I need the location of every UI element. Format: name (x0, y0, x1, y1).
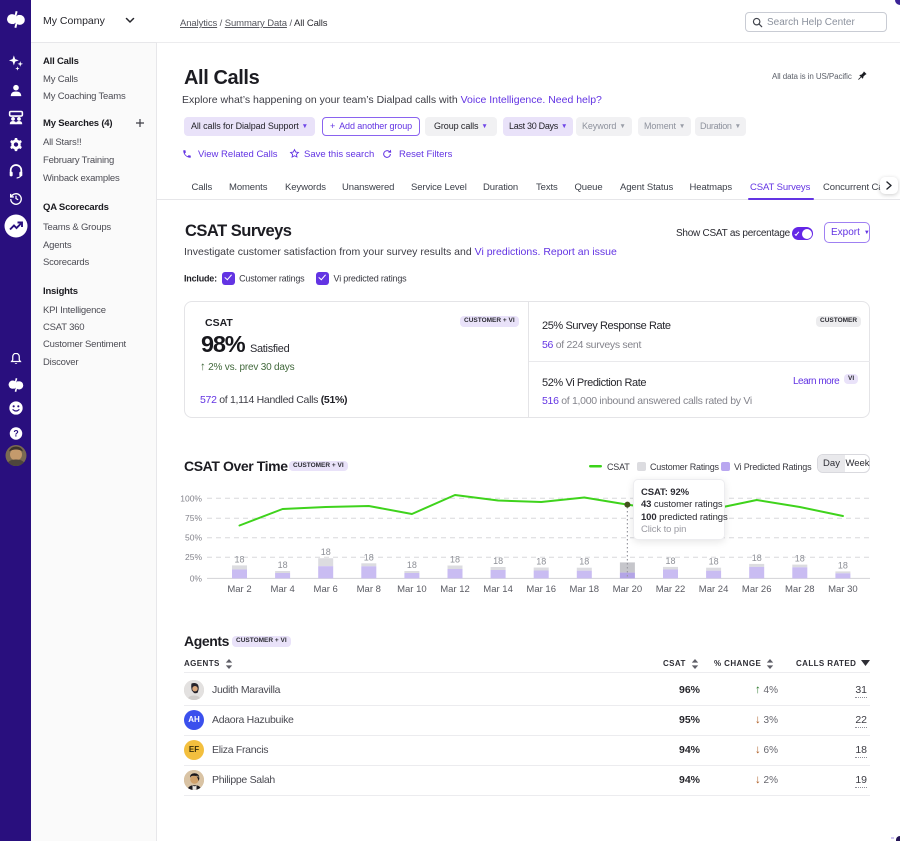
svg-text:Mar 2: Mar 2 (227, 584, 251, 595)
svg-text:Mar 22: Mar 22 (656, 584, 686, 595)
svg-text:25%: 25% (185, 552, 202, 562)
svg-text:18: 18 (579, 557, 589, 567)
svg-text:18: 18 (838, 560, 848, 570)
svg-text:?: ? (13, 429, 18, 439)
svg-text:18: 18 (364, 552, 374, 562)
svg-text:Mar 4: Mar 4 (270, 584, 294, 595)
svg-text:18: 18 (407, 560, 417, 570)
svg-text:Mar 16: Mar 16 (526, 584, 556, 595)
svg-text:Mar 26: Mar 26 (742, 584, 772, 595)
svg-text:Mar 28: Mar 28 (785, 584, 815, 595)
svg-text:18: 18 (709, 557, 719, 567)
svg-text:Mar 6: Mar 6 (314, 584, 338, 595)
svg-text:Mar 8: Mar 8 (357, 584, 381, 595)
svg-text:Mar 12: Mar 12 (440, 584, 470, 595)
svg-text:18: 18 (450, 555, 460, 565)
svg-text:75%: 75% (185, 513, 202, 523)
svg-text:18: 18 (665, 556, 675, 566)
svg-text:18: 18 (278, 560, 288, 570)
svg-text:18: 18 (795, 554, 805, 564)
svg-text:18: 18 (493, 556, 503, 566)
svg-text:Mar 14: Mar 14 (483, 584, 513, 595)
svg-text:0%: 0% (190, 573, 203, 583)
svg-text:18: 18 (234, 554, 244, 564)
svg-text:Mar 10: Mar 10 (397, 584, 427, 595)
svg-text:Mar 30: Mar 30 (828, 584, 858, 595)
svg-text:Mar 18: Mar 18 (570, 584, 600, 595)
svg-text:50%: 50% (185, 533, 202, 543)
svg-text:18: 18 (752, 553, 762, 563)
svg-text:100%: 100% (180, 493, 202, 503)
svg-text:18: 18 (321, 547, 331, 557)
svg-text:Mar 24: Mar 24 (699, 584, 729, 595)
svg-text:Mar 20: Mar 20 (613, 584, 643, 595)
svg-text:18: 18 (536, 557, 546, 567)
